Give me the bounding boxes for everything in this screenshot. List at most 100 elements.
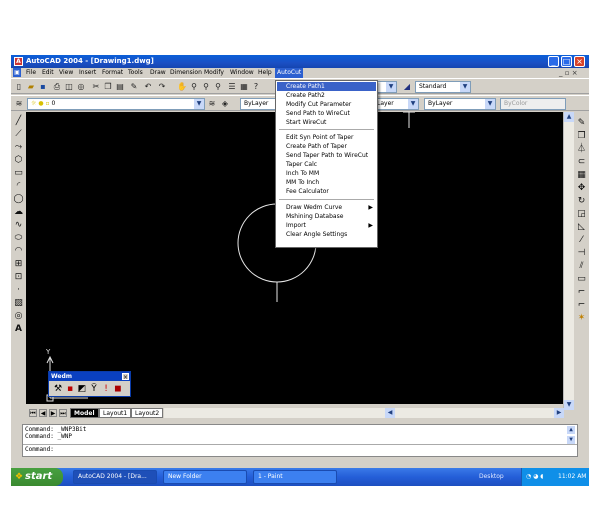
new-icon[interactable]: ▯ bbox=[14, 82, 24, 92]
wedm-tool-4-icon[interactable]: Ÿ bbox=[89, 384, 99, 395]
point-icon[interactable]: · bbox=[13, 285, 24, 296]
menu-insert[interactable]: Insert bbox=[79, 69, 96, 76]
menu-item-inch-to-mm[interactable]: Inch To MM bbox=[277, 169, 376, 178]
move-icon[interactable]: ✥ bbox=[576, 183, 587, 194]
make-block-icon[interactable]: ⊡ bbox=[13, 272, 24, 283]
menu-file[interactable]: File bbox=[26, 69, 36, 76]
menu-item-send-path[interactable]: Send Path to WireCut bbox=[277, 109, 376, 118]
menu-item-mm-to-inch[interactable]: MM To Inch bbox=[277, 178, 376, 187]
menu-item-create-path1[interactable]: Create Path1 bbox=[277, 82, 376, 91]
wedm-close-button[interactable]: × bbox=[122, 373, 129, 381]
cmd-scroll-up-icon[interactable]: ▲ bbox=[567, 426, 575, 434]
linetype-dropdown[interactable]: Layer ▼ bbox=[373, 98, 419, 110]
vertical-scrollbar[interactable]: ▲ ▼ bbox=[563, 112, 574, 410]
mirror-icon[interactable]: ⏃ bbox=[576, 144, 587, 155]
cut-icon[interactable]: ✂ bbox=[91, 82, 101, 92]
copy-object-icon[interactable]: ❐ bbox=[576, 131, 587, 142]
scroll-left-icon[interactable]: ◀ bbox=[385, 408, 395, 418]
mdi-controls[interactable]: _ ▫ × bbox=[559, 69, 578, 77]
menu-item-import[interactable]: Import ▶ bbox=[277, 221, 376, 230]
construction-line-icon[interactable]: ⟋ bbox=[13, 129, 24, 140]
rectangle-icon[interactable]: ▭ bbox=[13, 168, 24, 179]
wedm-tool-6-icon[interactable]: ◼ bbox=[113, 384, 123, 395]
tab-model[interactable]: Model bbox=[70, 408, 99, 418]
wedm-tool-2-icon[interactable]: ▪ bbox=[65, 384, 75, 395]
properties-icon[interactable]: ☰ bbox=[227, 82, 237, 92]
task-new-folder[interactable]: New Folder bbox=[163, 470, 247, 484]
menu-item-edit-syn-point[interactable]: Edit Syn Point of Taper bbox=[277, 133, 376, 142]
hatch-icon[interactable]: ▨ bbox=[13, 298, 24, 309]
menu-item-create-path2[interactable]: Create Path2 bbox=[277, 91, 376, 100]
menu-dimension[interactable]: Dimension bbox=[170, 69, 202, 76]
rotate-icon[interactable]: ↻ bbox=[576, 196, 587, 207]
fillet-icon[interactable]: ⌐ bbox=[576, 300, 587, 311]
menu-help[interactable]: Help bbox=[258, 69, 272, 76]
command-prompt[interactable]: Command: bbox=[25, 446, 54, 453]
erase-icon[interactable]: ✎ bbox=[576, 118, 587, 129]
multiline-text-icon[interactable]: A bbox=[13, 324, 24, 335]
scale-icon[interactable]: ◲ bbox=[576, 209, 587, 220]
maximize-button[interactable]: □ bbox=[561, 56, 572, 67]
menu-format[interactable]: Format bbox=[102, 69, 123, 76]
horizontal-scrollbar[interactable]: ◀ ▶ bbox=[164, 408, 564, 418]
polygon-icon[interactable]: ⬡ bbox=[13, 155, 24, 166]
menu-view[interactable]: View bbox=[59, 69, 73, 76]
tray-icons[interactable]: ◔ ◕ ◖ bbox=[526, 468, 543, 486]
spline-icon[interactable]: ∿ bbox=[13, 220, 24, 231]
next-tab-icon[interactable]: ▶ bbox=[49, 409, 57, 417]
revcloud-icon[interactable]: ☁ bbox=[13, 207, 24, 218]
doc-icon[interactable]: ▣ bbox=[13, 68, 21, 77]
wedm-toolbar-title[interactable]: Wedm bbox=[49, 372, 130, 381]
extend-icon[interactable]: ⊣ bbox=[576, 248, 587, 259]
menu-modify[interactable]: Modify bbox=[204, 69, 224, 76]
cmd-scroll-down-icon[interactable]: ▼ bbox=[567, 436, 575, 444]
menu-item-draw-wedm-curve[interactable]: Draw Wedm Curve ▶ bbox=[277, 203, 376, 212]
undo-icon[interactable]: ↶ bbox=[143, 82, 153, 92]
layer-dropdown[interactable]: ☼ ● ▫ 0 ▼ bbox=[27, 98, 205, 110]
circle-icon[interactable]: ◯ bbox=[13, 194, 24, 205]
menu-item-mshining-database[interactable]: Mshining Database bbox=[277, 212, 376, 221]
trim-icon[interactable]: ⁄ bbox=[576, 235, 587, 246]
scroll-down-icon[interactable]: ▼ bbox=[564, 400, 574, 410]
ellipse-arc-icon[interactable]: ◠ bbox=[13, 246, 24, 257]
wedm-tool-1-icon[interactable]: ⚒ bbox=[53, 384, 63, 395]
redo-icon[interactable]: ↷ bbox=[157, 82, 167, 92]
minimize-button[interactable]: _ bbox=[548, 56, 559, 67]
menu-item-start-wirecut[interactable]: Start WireCut bbox=[277, 118, 376, 127]
menu-edit[interactable]: Edit bbox=[42, 69, 54, 76]
menu-item-modify-cut-parameter[interactable]: Modify Cut Parameter bbox=[277, 100, 376, 109]
polyline-icon[interactable]: ⤳ bbox=[13, 142, 24, 153]
layer-manager-icon[interactable]: ≋ bbox=[14, 99, 24, 109]
zoom-previous-icon[interactable]: ⚲ bbox=[213, 82, 223, 92]
scroll-up-icon[interactable]: ▲ bbox=[564, 112, 574, 122]
menu-window[interactable]: Window bbox=[230, 69, 254, 76]
stretch-icon[interactable]: ◺ bbox=[576, 222, 587, 233]
last-tab-icon[interactable]: ⏭ bbox=[59, 409, 67, 417]
scroll-right-icon[interactable]: ▶ bbox=[554, 408, 564, 418]
prev-tab-icon[interactable]: ◀ bbox=[39, 409, 47, 417]
break-icon[interactable]: ⫽ bbox=[576, 261, 587, 272]
array-icon[interactable]: ▦ bbox=[576, 170, 587, 181]
zoom-window-icon[interactable]: ⚲ bbox=[201, 82, 211, 92]
menu-item-taper-calc[interactable]: Taper Calc bbox=[277, 160, 376, 169]
region-icon[interactable]: ◎ bbox=[13, 311, 24, 322]
pan-icon[interactable]: ✋ bbox=[177, 82, 187, 92]
arc-icon[interactable]: ◜ bbox=[13, 181, 24, 192]
menu-item-clear-angle-settings[interactable]: Clear Angle Settings bbox=[277, 230, 376, 239]
copy-icon[interactable]: ❐ bbox=[103, 82, 113, 92]
menu-draw[interactable]: Draw bbox=[150, 69, 166, 76]
lineweight-dropdown[interactable]: ByLayer ▼ bbox=[424, 98, 496, 110]
preview-icon[interactable]: ◫ bbox=[64, 82, 74, 92]
layer-previous-icon[interactable]: ◈ bbox=[220, 99, 230, 109]
desktop-toolbar-label[interactable]: Desktop bbox=[479, 473, 504, 480]
tab-layout2[interactable]: Layout2 bbox=[131, 408, 164, 418]
join-icon[interactable]: ▭ bbox=[576, 274, 587, 285]
menu-item-fee-calculator[interactable]: Fee Calculator bbox=[277, 187, 376, 196]
ellipse-icon[interactable]: ⬭ bbox=[13, 233, 24, 244]
insert-block-icon[interactable]: ⊞ bbox=[13, 259, 24, 270]
first-tab-icon[interactable]: ⏮ bbox=[29, 409, 37, 417]
task-paint[interactable]: 1 - Paint bbox=[253, 470, 337, 484]
unlabeled-dropdown[interactable]: ▼ bbox=[377, 81, 397, 93]
text-style-dropdown[interactable]: Standard ▼ bbox=[415, 81, 471, 93]
paste-icon[interactable]: ▤ bbox=[115, 82, 125, 92]
